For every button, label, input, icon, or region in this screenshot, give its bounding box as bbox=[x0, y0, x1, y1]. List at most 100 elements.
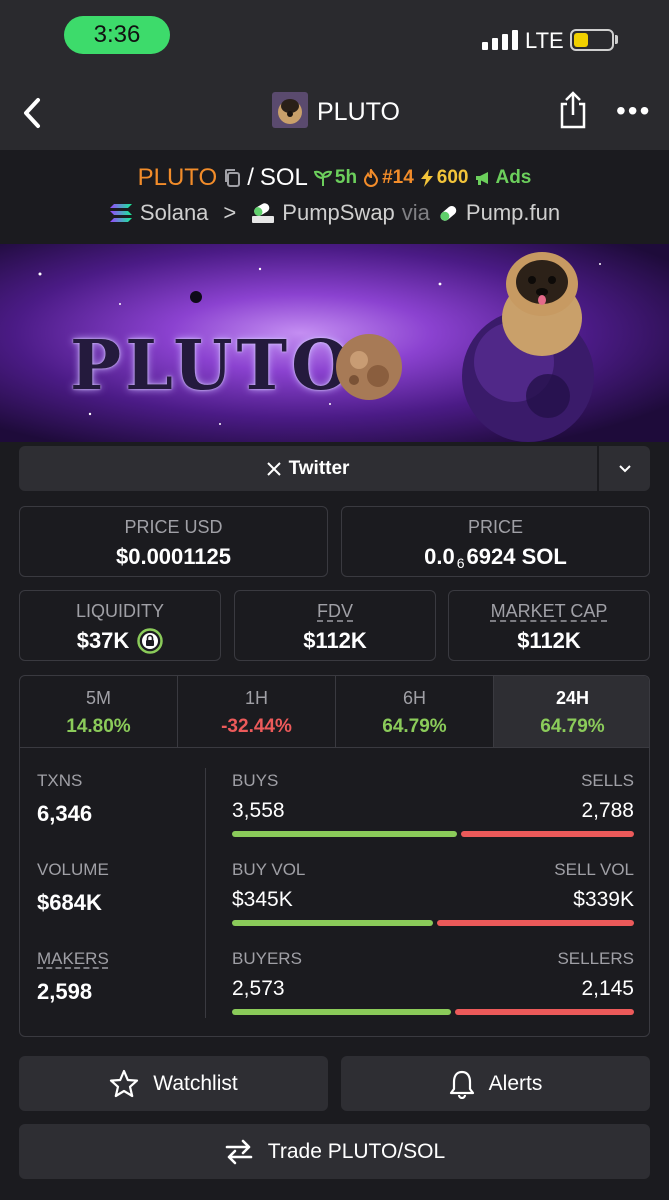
fdv-label[interactable]: FDV bbox=[235, 601, 435, 622]
route-line: Solana > PumpSwap via Pump.fun bbox=[0, 200, 669, 226]
megaphone-icon bbox=[476, 172, 489, 185]
sellers-label: SELLERS bbox=[557, 949, 634, 968]
buy-vol-value: $345K bbox=[232, 888, 293, 911]
stats-divider bbox=[205, 768, 206, 1018]
pair-base-symbol: PLUTO bbox=[137, 164, 218, 191]
buyers-value: 2,573 bbox=[232, 977, 285, 1000]
market-cap-label[interactable]: MARKET CAP bbox=[449, 601, 649, 622]
boost-badge[interactable]: 600 bbox=[420, 167, 469, 189]
pair-line: PLUTO / SOL 5h #14 600 Ads bbox=[0, 164, 669, 192]
rank-badge[interactable]: #14 bbox=[363, 167, 414, 189]
watchlist-button[interactable]: Watchlist bbox=[19, 1056, 328, 1111]
age-value: 5h bbox=[334, 167, 358, 188]
tab-1h[interactable]: 1H -32.44% bbox=[178, 676, 336, 747]
back-icon[interactable] bbox=[18, 94, 50, 132]
dog-mascot-icon bbox=[502, 252, 582, 356]
buys-value: 3,558 bbox=[232, 799, 285, 822]
buy-vol-label: BUY VOL bbox=[232, 860, 306, 879]
timeframe-tabs: 5M 14.80% 1H -32.44% 6H 64.79% 24H 64.79… bbox=[20, 676, 649, 748]
tab-5m[interactable]: 5M 14.80% bbox=[20, 676, 178, 747]
dex-name[interactable]: PumpSwap bbox=[282, 200, 395, 226]
tab-6h[interactable]: 6H 64.79% bbox=[336, 676, 494, 747]
status-bar: 3:36 LTE bbox=[0, 0, 669, 76]
lock-icon[interactable] bbox=[137, 628, 164, 654]
pill-icon bbox=[440, 205, 457, 221]
buyers-sellers-ratio: BUYERS SELLERS 2,573 2,145 bbox=[232, 949, 634, 1015]
pair-quote-symbol: SOL bbox=[259, 164, 308, 191]
trade-button[interactable]: Trade PLUTO/SOL bbox=[19, 1124, 650, 1179]
ads-badge[interactable]: Ads bbox=[474, 167, 531, 189]
lightning-icon bbox=[420, 169, 433, 187]
buyers-label: BUYERS bbox=[232, 949, 302, 968]
chevron-down-icon bbox=[618, 464, 631, 472]
token-banner: PLUTO bbox=[0, 244, 669, 442]
sellers-bar bbox=[455, 1009, 634, 1015]
buy-vol-bar bbox=[232, 920, 433, 926]
boost-value: 600 bbox=[436, 167, 469, 188]
price-native-zero-count: 6 bbox=[456, 555, 465, 571]
txns-stat: TXNS 6,346 bbox=[37, 771, 92, 827]
banner-title: PLUTO bbox=[70, 326, 355, 406]
alerts-button[interactable]: Alerts bbox=[341, 1056, 650, 1111]
buys-sells-ratio: BUYS SELLS 3,558 2,788 bbox=[232, 771, 634, 837]
liquidity-value: $37K bbox=[76, 628, 130, 653]
pair-header: PLUTO / SOL 5h #14 600 Ads Solana > Pump… bbox=[0, 150, 669, 244]
tab-label: 1H bbox=[244, 688, 268, 708]
makers-stat: MAKERS 2,598 bbox=[37, 949, 109, 1005]
socials-dropdown-button[interactable] bbox=[599, 446, 650, 491]
stats-panel: 5M 14.80% 1H -32.44% 6H 64.79% 24H 64.79… bbox=[19, 675, 650, 1037]
x-logo-icon bbox=[266, 461, 281, 476]
star-icon bbox=[110, 1069, 139, 1097]
twitter-button[interactable]: Twitter bbox=[19, 446, 597, 491]
sell-vol-value: $339K bbox=[573, 888, 634, 911]
trade-label: Trade PLUTO/SOL bbox=[267, 1139, 446, 1163]
tab-24h[interactable]: 24H 64.79% bbox=[494, 676, 649, 747]
market-cap-value: $112K bbox=[517, 628, 581, 653]
tab-change: 14.80% bbox=[66, 716, 131, 737]
status-time: 3:36 bbox=[64, 16, 170, 54]
buyers-sellers-bar bbox=[232, 1009, 634, 1015]
bell-icon bbox=[449, 1070, 474, 1099]
chain-name[interactable]: Solana bbox=[140, 200, 209, 226]
rank-value: #14 bbox=[382, 167, 414, 188]
liquidity-label: LIQUIDITY bbox=[75, 601, 164, 621]
sprout-icon bbox=[313, 170, 332, 186]
nav-bar: PLUTO ••• bbox=[0, 76, 669, 150]
sellers-value: 2,145 bbox=[581, 977, 634, 1000]
price-native-value: 0.0 6 6924 SOL bbox=[342, 544, 649, 571]
buys-bar bbox=[232, 831, 458, 837]
battery-icon bbox=[570, 29, 614, 51]
sells-bar bbox=[461, 831, 634, 837]
flame-icon bbox=[364, 169, 379, 187]
makers-value: 2,598 bbox=[37, 979, 93, 1004]
txns-label: TXNS bbox=[37, 771, 83, 790]
buys-sells-bar bbox=[232, 831, 634, 837]
price-native-label: PRICE bbox=[467, 517, 523, 537]
ads-label: Ads bbox=[495, 167, 532, 188]
sells-value: 2,788 bbox=[581, 799, 634, 822]
price-usd-label: PRICE USD bbox=[124, 517, 223, 537]
makers-label[interactable]: MAKERS bbox=[37, 949, 109, 969]
tab-label: 24H bbox=[555, 688, 590, 708]
price-native-box: PRICE 0.0 6 6924 SOL bbox=[341, 506, 650, 577]
market-cap-box: MARKET CAP $112K bbox=[448, 590, 650, 661]
buyers-bar bbox=[232, 1009, 452, 1015]
more-options-icon[interactable]: ••• bbox=[616, 97, 651, 125]
volume-label: VOLUME bbox=[37, 860, 109, 879]
alerts-label: Alerts bbox=[488, 1071, 543, 1095]
pair-separator: / bbox=[247, 164, 254, 191]
price-native-prefix: 0.0 bbox=[424, 544, 455, 569]
liquidity-box: LIQUIDITY $37K bbox=[19, 590, 221, 661]
price-usd-value: $0.0001125 bbox=[115, 544, 232, 569]
copy-icon[interactable] bbox=[223, 168, 241, 188]
txns-value: 6,346 bbox=[37, 801, 93, 826]
share-icon[interactable] bbox=[556, 90, 590, 130]
tab-change: -32.44% bbox=[221, 716, 292, 737]
fdv-value: $112K bbox=[303, 628, 367, 653]
tab-change: 64.79% bbox=[382, 716, 447, 737]
price-usd-box: PRICE USD $0.0001125 bbox=[19, 506, 328, 577]
liquidity-value-row: $37K bbox=[20, 628, 220, 654]
pluto-planet-icon bbox=[336, 334, 402, 400]
launchpad-name[interactable]: Pump.fun bbox=[466, 200, 560, 226]
sells-label: SELLS bbox=[581, 771, 634, 790]
